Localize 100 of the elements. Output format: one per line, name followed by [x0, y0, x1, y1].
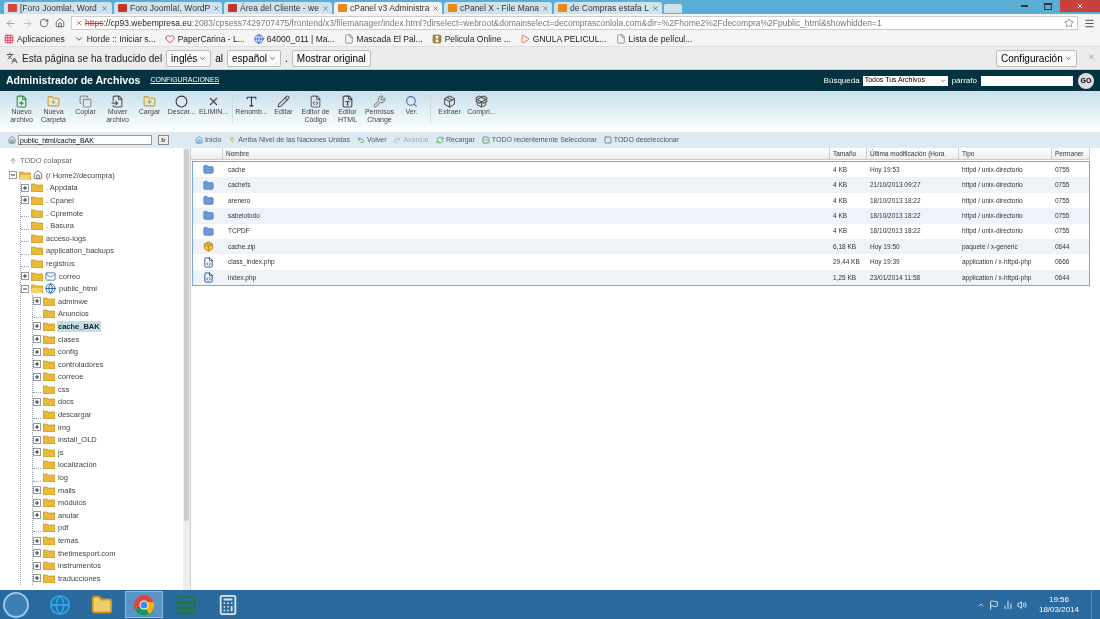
folder-icon: [43, 397, 55, 407]
bookmark[interactable]: Pelicula Online ...: [444, 32, 511, 46]
target-language-select[interactable]: español: [227, 49, 282, 67]
browser-tab[interactable]: cPanel X - File Mana: [444, 2, 552, 14]
expand-icon[interactable]: [21, 272, 29, 281]
address-field[interactable]: https://cp93.webempresa.eu:2083/cpsess7429707475/frontend/x3/filemanager/index.html?dirselect=webroot&domainselect=decomprasconlola.com&dir=%2Fhome2%2Fdecompra%2Fpublic_html&showhidden=1: [71, 16, 1078, 30]
page-icon: [615, 34, 626, 44]
folder-icon: [43, 536, 55, 545]
close-icon[interactable]: [321, 4, 329, 12]
expand-icon[interactable]: [33, 360, 41, 369]
browser-tab[interactable]: Área del Cliente - we: [224, 2, 332, 14]
expand-icon[interactable]: [33, 297, 41, 306]
collapse-icon[interactable]: [21, 284, 29, 293]
expand-icon[interactable]: [33, 536, 41, 545]
folder-icon: [43, 359, 55, 369]
settings-button[interactable]: Configuración: [996, 49, 1077, 67]
close-icon[interactable]: [432, 4, 440, 12]
expand-icon[interactable]: [33, 574, 41, 583]
close-icon[interactable]: [101, 4, 108, 12]
expand-icon[interactable]: [33, 561, 41, 570]
close-icon[interactable]: [651, 4, 659, 12]
browser-tab[interactable]: de Compras estafa L: [554, 2, 662, 14]
app-title: Administrador de Archivos: [6, 72, 141, 88]
expand-icon[interactable]: [33, 435, 41, 444]
new-file-icon: [15, 95, 28, 108]
folder-icon: [203, 179, 214, 191]
browser-tab[interactable]: cPanel v3 Administra: [334, 2, 442, 14]
network-icon[interactable]: [1002, 599, 1013, 610]
search-field[interactable]: [981, 75, 1073, 86]
favicon-icon: [8, 4, 17, 12]
folder-icon: [43, 410, 55, 420]
folder-icon: [43, 321, 55, 331]
bookmark[interactable]: Horde :: Iniciar s...: [86, 32, 156, 46]
expand-icon[interactable]: [33, 398, 41, 406]
home-button[interactable]: [55, 18, 65, 28]
bookmark-star-icon[interactable]: [1064, 18, 1074, 28]
expand-icon[interactable]: [33, 448, 41, 457]
clock-date[interactable]: 18/03/2014: [1038, 604, 1079, 615]
show-original-button[interactable]: Mostrar original: [291, 49, 371, 67]
folder-icon: [31, 208, 43, 218]
collapse-icon[interactable]: [9, 171, 17, 180]
folder-icon: [43, 347, 55, 357]
expand-icon[interactable]: [21, 183, 29, 192]
clock-time[interactable]: 19:56: [1048, 594, 1069, 605]
folder-icon: [31, 258, 43, 268]
expand-icon[interactable]: [33, 549, 41, 558]
favicon-icon: [118, 4, 127, 12]
flag-icon[interactable]: [988, 599, 999, 610]
expand-icon[interactable]: [33, 498, 41, 507]
scrollbar[interactable]: [183, 148, 190, 590]
browser-tab[interactable]: [Foro Joomla!, Word: [4, 2, 112, 14]
url-scheme: https: [85, 17, 104, 29]
folder-icon: [43, 510, 55, 520]
folder-icon: [43, 309, 55, 319]
menu-icon[interactable]: [1084, 17, 1095, 29]
up-arrow-icon: [228, 136, 237, 144]
globe-icon: [45, 283, 56, 295]
expand-icon[interactable]: [33, 322, 41, 331]
expand-icon[interactable]: [33, 335, 41, 343]
favicon-icon: [228, 4, 237, 12]
expand-icon[interactable]: [21, 196, 29, 205]
bookmark[interactable]: Lista de películ...: [628, 32, 693, 46]
open-folder-icon: [31, 284, 43, 294]
grid-icon: [4, 34, 14, 44]
speaker-icon[interactable]: [1016, 599, 1027, 610]
expand-icon[interactable]: [33, 511, 41, 520]
bookmark[interactable]: PaperCarina - L...: [177, 32, 245, 46]
folder-icon: [43, 523, 55, 533]
bookmark[interactable]: Mascada El Pal...: [356, 32, 423, 46]
folder-icon: [43, 460, 55, 470]
back-arrow-icon: [357, 136, 365, 144]
bookmark[interactable]: GNULA PELICUL...: [532, 32, 607, 46]
browser-tab[interactable]: Foro Joomla!, WordP: [114, 2, 222, 14]
bookmark[interactable]: Aplicaciones: [17, 32, 65, 46]
folder-icon: [31, 246, 43, 256]
forward-arrow-icon: [393, 136, 402, 144]
calculator-icon: [217, 593, 239, 616]
package-icon: [203, 241, 214, 253]
folder-icon: [91, 593, 113, 616]
back-button[interactable]: [5, 17, 16, 29]
expand-icon[interactable]: [33, 372, 41, 381]
expand-icon[interactable]: [33, 347, 41, 356]
favicon-icon: [338, 4, 347, 12]
expand-icon[interactable]: [33, 486, 41, 495]
home-icon: [195, 136, 203, 144]
open-package-icon: [475, 95, 488, 108]
reload-button[interactable]: [39, 18, 49, 28]
close-icon[interactable]: [213, 4, 221, 12]
expand-icon[interactable]: [33, 423, 41, 432]
folder-icon: [43, 334, 55, 344]
start-button[interactable]: [3, 591, 29, 618]
folder-icon: [43, 473, 55, 483]
browser-icon: [49, 593, 71, 616]
bookmark[interactable]: 64000_011 | Ma...: [266, 32, 335, 46]
home-icon: [33, 170, 43, 181]
close-icon[interactable]: [541, 4, 549, 12]
favicon-icon: [448, 4, 457, 12]
source-language-select[interactable]: inglés: [166, 49, 212, 67]
taskbar-button[interactable]: [125, 591, 163, 618]
url-path: :2083/cpsess7429707475/frontend/x3/filemanager/index.html?dirselect=webroot&domainselect=decomprasconlola.com&dir=%2Fhome2%2Fdecompra%2Fpublic_html&showhidden=1: [191, 17, 882, 29]
